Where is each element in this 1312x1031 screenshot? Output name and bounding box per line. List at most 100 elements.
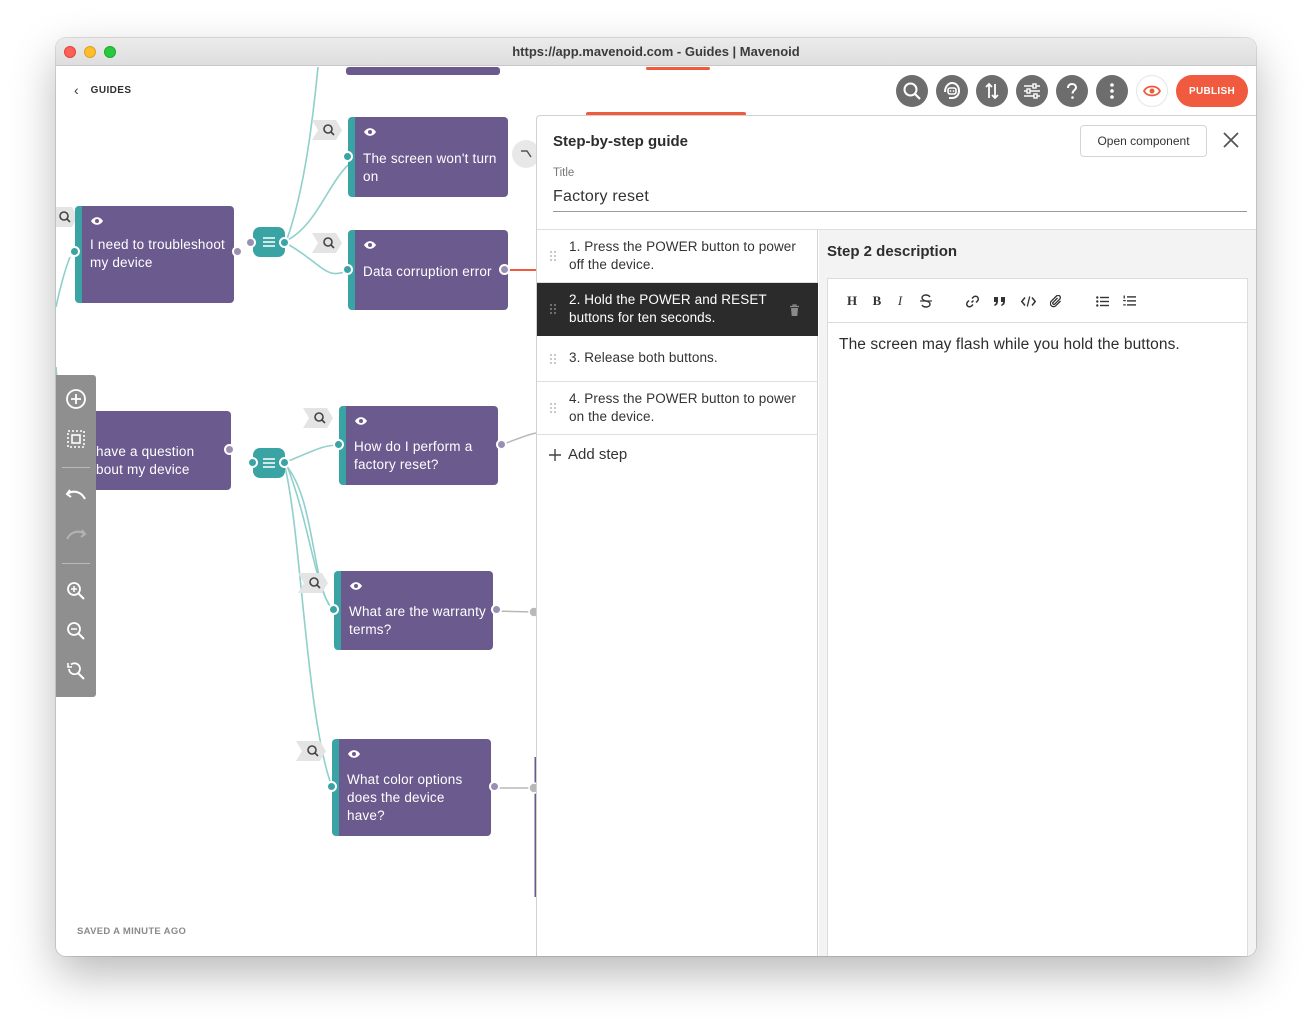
title-input[interactable]: [553, 182, 1247, 212]
flow-node[interactable]: What color options does the device have?: [326, 739, 500, 836]
quote-button[interactable]: [991, 291, 1007, 311]
quote-icon: [993, 296, 1005, 306]
chevron-left-icon: ‹: [74, 82, 79, 98]
node-input-port[interactable]: [333, 439, 344, 450]
node-input-port[interactable]: [69, 246, 80, 257]
heading-button[interactable]: H: [846, 291, 858, 311]
flow-node[interactable]: The screen won't turn on: [342, 117, 508, 197]
node-input-port[interactable]: [326, 781, 337, 792]
assistant-icon: [944, 81, 961, 99]
step-guide-panel: Step-by-step guide Open component Title …: [536, 115, 1256, 956]
search-tag-icon[interactable]: [296, 741, 326, 761]
drag-handle-icon[interactable]: [549, 303, 557, 315]
strikethrough-icon: [920, 294, 932, 308]
step-item-active[interactable]: 2. Hold the POWER and RESET buttons for …: [537, 283, 818, 336]
search-button[interactable]: [896, 75, 928, 107]
browser-window: https://app.mavenoid.com - Guides | Mave…: [56, 38, 1256, 956]
flow-node[interactable]: What are the warranty terms?: [328, 571, 502, 650]
zoom-out-icon: [67, 622, 85, 640]
drag-handle-icon[interactable]: [549, 402, 557, 414]
zoom-reset-button[interactable]: [64, 659, 88, 683]
code-button[interactable]: [1019, 291, 1037, 311]
list-icon: [263, 237, 275, 247]
more-button[interactable]: [1096, 75, 1128, 107]
numbered-list-icon: [1122, 295, 1136, 306]
hub-port[interactable]: [279, 457, 290, 468]
strikethrough-button[interactable]: [918, 291, 934, 311]
flow-canvas[interactable]: ‹ GUIDES I need to troubleshoot my devic…: [56, 67, 1256, 956]
italic-button[interactable]: I: [895, 291, 905, 311]
eye-icon: [355, 417, 367, 425]
search-tag-icon[interactable]: [303, 408, 333, 428]
node-input-port[interactable]: [342, 264, 353, 275]
step-item[interactable]: 4. Press the POWER button to power on th…: [537, 382, 818, 435]
bullet-list-button[interactable]: [1094, 291, 1110, 311]
select-area-button[interactable]: [64, 427, 88, 451]
node-input-port[interactable]: [328, 604, 339, 615]
help-button[interactable]: [1056, 75, 1088, 107]
sort-button[interactable]: [976, 75, 1008, 107]
bullet-list-icon: [1095, 295, 1109, 307]
drag-handle-icon[interactable]: [549, 250, 557, 262]
hub-port[interactable]: [279, 237, 290, 248]
preview-button[interactable]: [1136, 75, 1168, 107]
undo-button[interactable]: [64, 483, 88, 507]
bold-button[interactable]: B: [871, 291, 883, 311]
node-input-port[interactable]: [342, 151, 353, 162]
undo-icon: [65, 489, 86, 500]
redo-icon: [66, 529, 87, 540]
sliders-icon: [1024, 83, 1040, 99]
assistant-button[interactable]: [936, 75, 968, 107]
more-icon: [1110, 83, 1114, 99]
zoom-out-button[interactable]: [64, 619, 88, 643]
search-tag-icon[interactable]: [312, 120, 342, 140]
preview-icon: [1143, 85, 1161, 97]
editor-content[interactable]: The screen may flash while you hold the …: [839, 334, 1235, 355]
top-actions: PUBLISH: [896, 75, 1248, 107]
numbered-list-button[interactable]: [1121, 291, 1137, 311]
publish-button[interactable]: PUBLISH: [1176, 75, 1248, 107]
step-item[interactable]: 1. Press the POWER button to power off t…: [537, 230, 818, 283]
back-to-guides-link[interactable]: ‹ GUIDES: [74, 83, 131, 97]
node-output-port[interactable]: [224, 444, 235, 455]
node-output-port[interactable]: [232, 246, 243, 257]
flow-node[interactable]: How do I perform a factory reset?: [333, 406, 507, 485]
node-output-port[interactable]: [489, 781, 500, 792]
flow-node[interactable]: I need to troubleshoot my device: [69, 206, 243, 303]
step-text: 1. Press the POWER button to power off t…: [569, 239, 797, 272]
hub-port[interactable]: [245, 237, 256, 248]
node-output-port[interactable]: [496, 439, 507, 450]
trash-icon[interactable]: [789, 304, 800, 317]
flow-node[interactable]: have a question bout my device: [96, 411, 235, 490]
search-tag-icon[interactable]: [298, 573, 328, 593]
add-node-button[interactable]: [64, 387, 88, 411]
redo-button[interactable]: [64, 523, 88, 547]
window-title: https://app.mavenoid.com - Guides | Mave…: [512, 44, 800, 59]
link-icon: [965, 295, 979, 307]
close-icon[interactable]: [1222, 131, 1240, 149]
add-step-button[interactable]: Add step: [549, 446, 627, 463]
step-text: 2. Hold the POWER and RESET buttons for …: [569, 292, 767, 325]
node-output-port[interactable]: [499, 264, 510, 275]
flow-node[interactable]: Data corruption error: [342, 230, 510, 310]
node-output-port[interactable]: [491, 604, 502, 615]
step-item[interactable]: 3. Release both buttons.: [537, 336, 818, 382]
rich-text-editor[interactable]: H B I The screen may flash while you hol…: [827, 278, 1248, 956]
attach-button[interactable]: [1048, 291, 1064, 311]
node-text: How do I perform a factory reset?: [354, 439, 473, 472]
zoom-in-button[interactable]: [64, 579, 88, 603]
search-tag-icon[interactable]: [312, 233, 342, 253]
node-text: have a question bout my device: [96, 444, 195, 477]
step-description: Step 2 description H B I The screen may …: [819, 230, 1256, 956]
sort-icon: [985, 82, 999, 100]
paperclip-icon: [1050, 294, 1062, 307]
node-text: What are the warranty terms?: [349, 604, 487, 637]
step-text: 4. Press the POWER button to power on th…: [569, 391, 797, 424]
settings-button[interactable]: [1016, 75, 1048, 107]
link-button[interactable]: [964, 291, 980, 311]
drag-handle-icon[interactable]: [549, 353, 557, 365]
open-component-button[interactable]: Open component: [1080, 125, 1207, 157]
zoom-in-icon: [67, 582, 85, 600]
eye-icon: [91, 217, 103, 225]
hub-port[interactable]: [247, 457, 258, 468]
